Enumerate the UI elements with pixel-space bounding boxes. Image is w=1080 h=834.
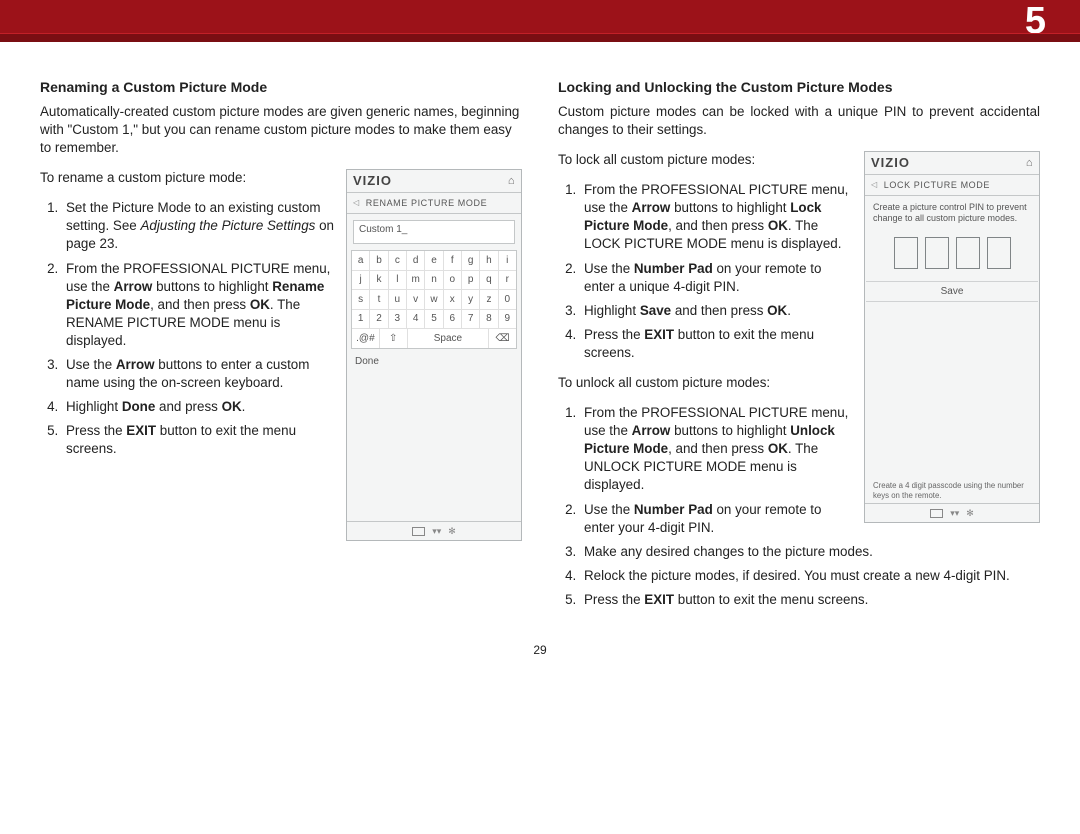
keyboard-key: e <box>425 251 443 271</box>
lock-message: Create a picture control PIN to prevent … <box>865 196 1039 231</box>
keyboard-key: 7 <box>462 310 480 330</box>
right-column: Locking and Unlocking the Custom Picture… <box>558 78 1040 621</box>
keyboard-key: k <box>370 271 388 291</box>
keyboard-key: ⇧ <box>380 329 408 348</box>
intro-rename: Automatically-created custom picture mod… <box>40 103 522 157</box>
keyboard-key: u <box>389 290 407 310</box>
unlock-step-5: Press the EXIT button to exit the menu s… <box>580 591 1040 609</box>
keyboard-key: j <box>352 271 370 291</box>
keyboard-key: l <box>389 271 407 291</box>
intro-lock: Custom picture modes can be locked with … <box>558 103 1040 139</box>
vizio-logo: VIZIO <box>871 154 1026 172</box>
keyboard-key: 5 <box>425 310 443 330</box>
name-input: Custom 1_ <box>353 220 515 244</box>
pin-digit <box>956 237 980 269</box>
home-icon: ⌂ <box>508 174 515 189</box>
keyboard-key: r <box>499 271 516 291</box>
keyboard-key: a <box>352 251 370 271</box>
keyboard-key: d <box>407 251 425 271</box>
wide-icon <box>412 527 425 536</box>
page-body: Renaming a Custom Picture Mode Automatic… <box>0 42 1080 629</box>
back-icon: ◁ <box>353 198 360 209</box>
keyboard-key: h <box>480 251 498 271</box>
keyboard-key: t <box>370 290 388 310</box>
pin-digit <box>925 237 949 269</box>
heading-rename: Renaming a Custom Picture Mode <box>40 78 522 97</box>
vizio-logo: VIZIO <box>353 172 508 190</box>
keyboard-key: z <box>480 290 498 310</box>
device-footer-icons: ▾▾ ✻ <box>865 503 1039 522</box>
gear-icon: ✻ <box>966 507 974 519</box>
keyboard-key: p <box>462 271 480 291</box>
keyboard-key: 3 <box>389 310 407 330</box>
device-rename-screenshot: VIZIO ⌂ ◁ RENAME PICTURE MODE Custom 1_ … <box>346 169 522 541</box>
keyboard-key: g <box>462 251 480 271</box>
keyboard-key: i <box>499 251 516 271</box>
keyboard-key: w <box>425 290 443 310</box>
keyboard-key: v <box>407 290 425 310</box>
keyboard-key: q <box>480 271 498 291</box>
device-footer-icons: ▾▾ ✻ <box>347 521 521 540</box>
device-lock-screenshot: VIZIO ⌂ ◁ LOCK PICTURE MODE Create a pic… <box>864 151 1040 523</box>
pin-digit <box>894 237 918 269</box>
left-column: Renaming a Custom Picture Mode Automatic… <box>40 78 522 621</box>
on-screen-keyboard: abcdefghi jklmnopqr stuvwxyz0 123456789 … <box>351 250 517 349</box>
pin-digit <box>987 237 1011 269</box>
keyboard-key: 6 <box>444 310 462 330</box>
passcode-note: Create a 4 digit passcode using the numb… <box>873 481 1031 500</box>
keyboard-key: 8 <box>480 310 498 330</box>
keyboard-key: 0 <box>499 290 516 310</box>
unlock-step-4: Relock the picture modes, if desired. Yo… <box>580 567 1040 585</box>
keyboard-key: 4 <box>407 310 425 330</box>
gear-icon: ✻ <box>448 525 456 537</box>
keyboard-key: 1 <box>352 310 370 330</box>
home-icon: ⌂ <box>1026 156 1033 171</box>
chapter-band: 5 <box>0 0 1080 42</box>
keyboard-key: .@# <box>352 329 380 348</box>
keyboard-key: f <box>444 251 462 271</box>
keyboard-key: m <box>407 271 425 291</box>
keyboard-key: n <box>425 271 443 291</box>
screen-title: LOCK PICTURE MODE <box>884 179 990 191</box>
screen-title: RENAME PICTURE MODE <box>366 197 487 209</box>
page-number: 29 <box>0 629 1080 657</box>
keyboard-key: x <box>444 290 462 310</box>
keyboard-key: o <box>444 271 462 291</box>
cc-icon: ▾▾ <box>432 525 441 537</box>
keyboard-key: s <box>352 290 370 310</box>
wide-icon <box>930 509 943 518</box>
keyboard-key: b <box>370 251 388 271</box>
heading-lock: Locking and Unlocking the Custom Picture… <box>558 78 1040 97</box>
keyboard-key: ⌫ <box>489 329 516 348</box>
keyboard-key: 9 <box>499 310 516 330</box>
keyboard-key: Space <box>408 329 490 348</box>
pin-input-row <box>865 237 1039 269</box>
keyboard-key: y <box>462 290 480 310</box>
save-button-label: Save <box>866 281 1038 303</box>
keyboard-key: c <box>389 251 407 271</box>
unlock-step-3: Make any desired changes to the picture … <box>580 543 1040 561</box>
keyboard-key: 2 <box>370 310 388 330</box>
back-icon: ◁ <box>871 180 878 191</box>
cc-icon: ▾▾ <box>950 507 959 519</box>
keyboard-done: Done <box>347 349 521 375</box>
